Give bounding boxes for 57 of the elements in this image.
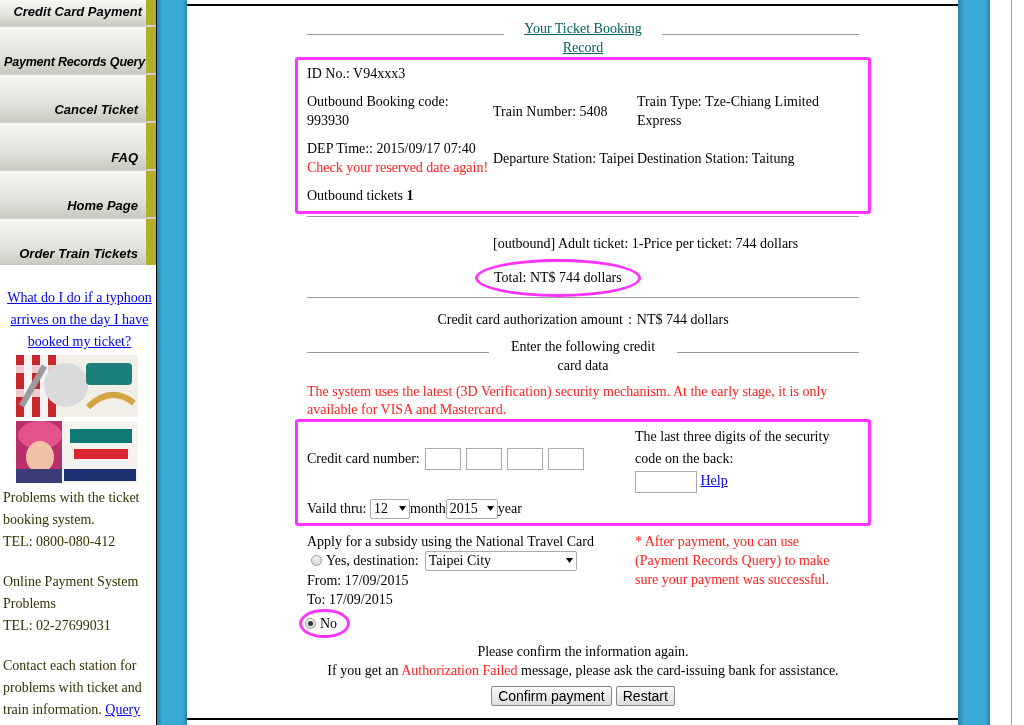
menu-item[interactable]: Payment Records Query [0,27,156,73]
info-text: Train Type: Tze-Chiang Limited Express [637,93,820,130]
card-number-field[interactable] [547,448,584,471]
radio-label: Yes, destination: [326,552,419,571]
info-text: Outbound tickets 1 [307,187,415,205]
menu-item[interactable]: Credit Card Payment [0,0,156,25]
contact-text: Problems with the ticket booking system. [3,490,140,527]
destination-select[interactable]: Taipei City [424,550,577,571]
contact-text: Online Payment System Problems [3,574,139,611]
price-text: [outbound] Adult ticket: 1-Price per ticket: 744 dollars [492,235,800,253]
subsidy-text: Apply for a subsidy using the National Travel Card [307,532,595,551]
confirm-text: Please confirm the information again. [476,642,690,661]
info-text: Train Number: 5408 [493,102,609,121]
heading-link[interactable]: Your Ticket Booking Record [518,19,648,57]
date-text: To: 17/09/2015 [307,590,394,609]
query-link[interactable]: Query [105,702,141,717]
radio-button[interactable] [311,555,322,567]
contact-text: Contact each station for problems with ticket and train information. Query [3,657,143,719]
caret-icon [565,558,573,564]
assistance-text: If you get an Authorization Failed message, please ask the card-issuing bank for assistance. [326,661,840,680]
menu-item[interactable]: Home Page [0,171,156,217]
month-select[interactable]: 12 [370,498,410,519]
field-label: month [410,500,446,517]
radio-button[interactable] [305,617,316,629]
help-link[interactable]: Help [700,473,728,488]
contact-text: TEL: 02-27699031 [3,618,111,633]
menu-item[interactable]: FAQ [0,123,156,169]
info-text: Outbound Booking code: 993930 [307,93,450,130]
info-text: DEP Time:: 2015/09/17 07:40 [307,140,477,158]
card-number-field[interactable] [424,448,461,471]
info-text: Destination Station: Taitung [637,149,796,168]
card-number-field[interactable] [465,448,502,471]
amount-text: Credit card authorization amount：NT$ 744 dollars [436,311,730,329]
total-text: Total: NT$ 744 dollars [475,259,641,297]
radio-label: No [320,614,338,633]
year-select[interactable]: 2015 [445,498,498,519]
date-text: From: 17/09/2015 [307,571,410,590]
field-label: The last three digits of the security code on the back: [635,428,831,468]
payment-note: * After payment, you can use (Payment Records Query) to make sure your payment was successful. [635,532,831,589]
field-label: Credit card number: [307,451,420,468]
section-heading: Enter the following credit card data [509,338,657,375]
menu-item[interactable]: Cancel Ticket [0,75,156,121]
contact-text: TEL: 0800-080-412 [3,534,116,549]
field-label: Vaild thru: [307,500,367,517]
restart-button[interactable]: Restart [615,685,675,706]
notice-text: The system uses the latest (3D Verification) security mechanism. At the early stage, it is only available for VISA and Mastercard. [307,383,829,419]
field-label: year [497,500,522,517]
card-number-field[interactable] [506,448,543,471]
menu-item[interactable]: Order Train Tickets [0,219,156,265]
confirm-button[interactable]: Confirm payment [491,685,612,706]
warning-text: Check your reserved date again! [307,159,490,177]
security-code-field[interactable] [635,470,697,493]
caret-icon [486,506,494,512]
info-text: ID No.: V94xxx3 [307,65,407,83]
info-text: Departure Station: Taipei [493,149,636,168]
caret-icon [399,506,406,512]
help-link[interactable]: What do I do if a typhoon arrives on the day I have booked my ticket? [3,287,156,353]
